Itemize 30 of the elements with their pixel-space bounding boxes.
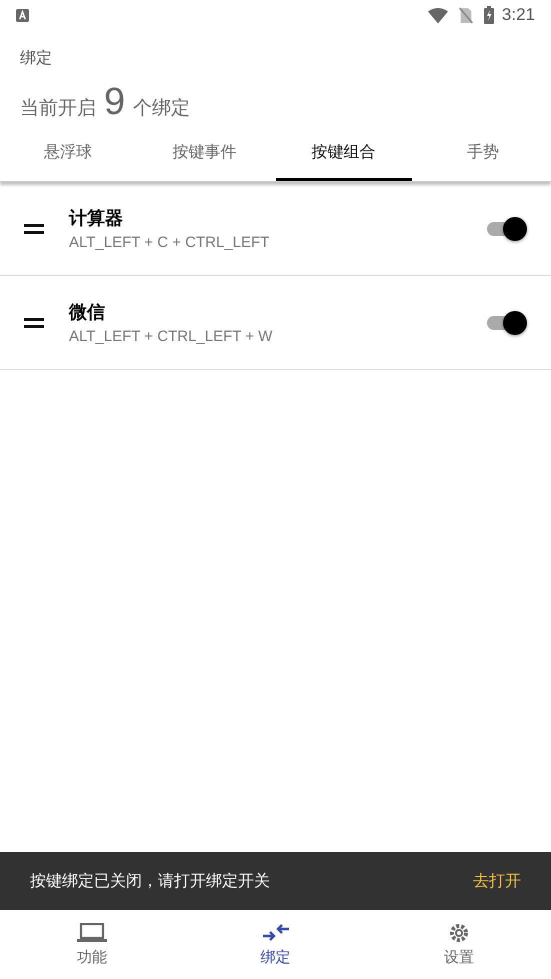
arrows-icon bbox=[260, 922, 290, 942]
page-title: 绑定 bbox=[20, 48, 53, 69]
nav-item[interactable]: 功能 bbox=[0, 910, 184, 979]
snackbar-message: 按键绑定已关闭，请打开绑定开关 bbox=[30, 870, 270, 892]
laptop-icon bbox=[76, 922, 107, 942]
key-combination: ALT_LEFT + C + CTRL_LEFT bbox=[69, 234, 270, 251]
battery-icon bbox=[484, 6, 494, 24]
notification-icon bbox=[16, 8, 29, 22]
binding-count: 9 bbox=[104, 81, 126, 124]
clock-time: 3:21 bbox=[502, 5, 535, 25]
tab[interactable]: 按键事件 bbox=[136, 128, 272, 181]
toggle-switch[interactable] bbox=[487, 310, 527, 336]
toggle-switch[interactable] bbox=[487, 216, 527, 242]
binding-name: 微信 bbox=[69, 301, 106, 324]
count-prefix: 当前开启 bbox=[20, 96, 96, 121]
drag-handle-icon[interactable] bbox=[24, 318, 44, 328]
nav-label: 功能 bbox=[76, 948, 107, 966]
nav-item[interactable]: 设置 bbox=[367, 910, 551, 979]
tab[interactable]: 手势 bbox=[414, 128, 551, 181]
open-action-button[interactable]: 去打开 bbox=[473, 866, 521, 896]
nav-label: 设置 bbox=[444, 948, 474, 966]
wifi-icon bbox=[428, 6, 448, 24]
tab[interactable]: 按键组合 bbox=[276, 128, 412, 181]
tab[interactable]: 悬浮球 bbox=[0, 128, 136, 181]
binding-name: 计算器 bbox=[69, 207, 124, 230]
drag-handle-icon[interactable] bbox=[24, 224, 44, 234]
key-combination: ALT_LEFT + CTRL_LEFT + W bbox=[69, 328, 274, 345]
nav-label: 绑定 bbox=[260, 948, 290, 966]
nav-item[interactable]: 绑定 bbox=[184, 910, 368, 979]
count-suffix: 个绑定 bbox=[133, 96, 190, 121]
